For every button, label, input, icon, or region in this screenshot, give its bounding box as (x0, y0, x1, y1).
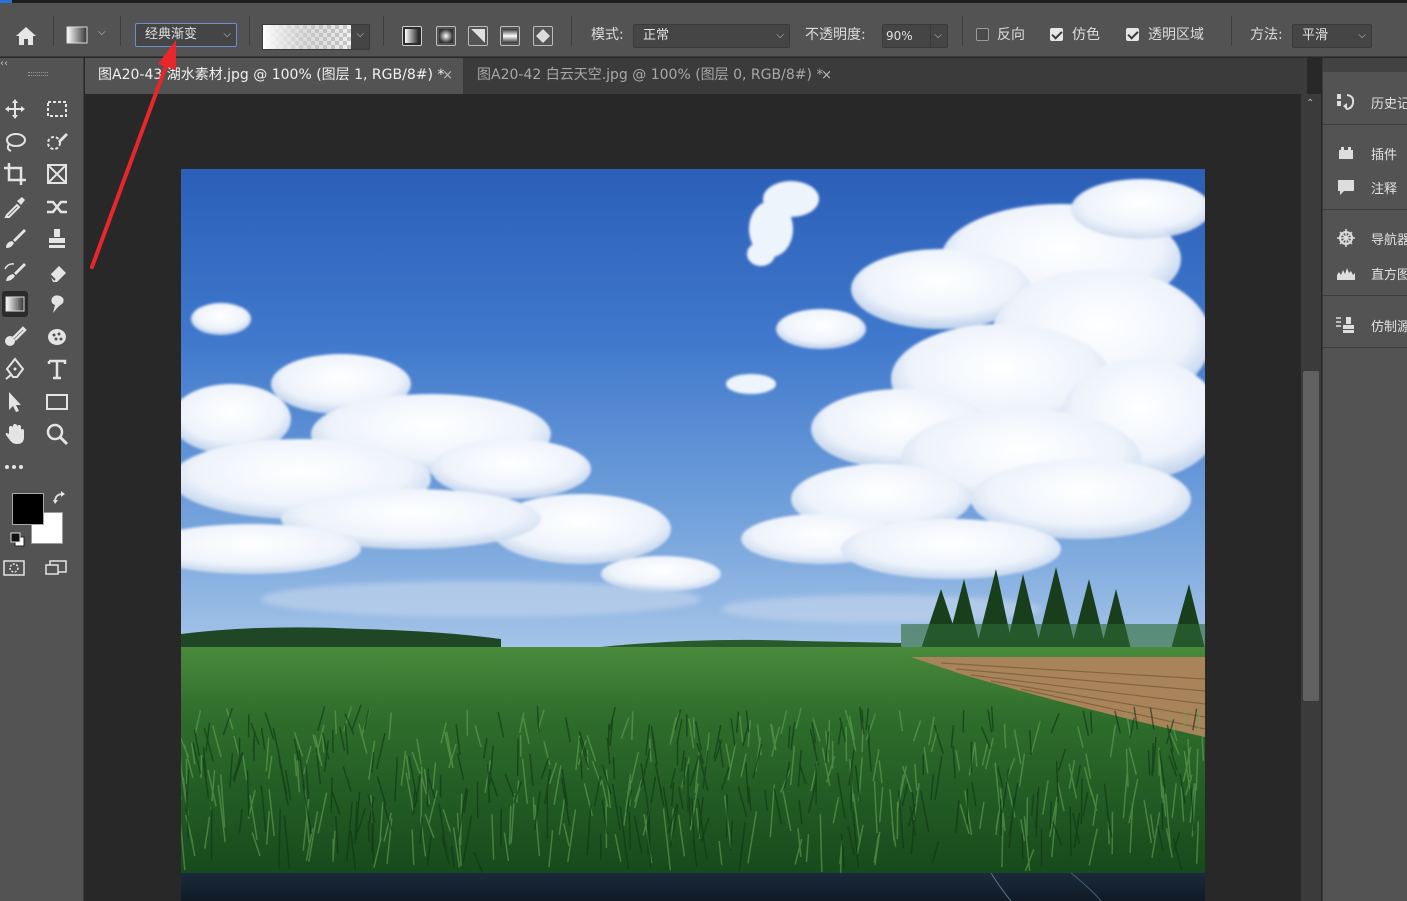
default-colors-icon[interactable] (10, 532, 26, 548)
lasso-tool-icon[interactable] (2, 129, 28, 155)
document-tabs: 图A20-43 湖水素材.jpg @ 100% (图层 1, RGB/8#) *… (85, 58, 1307, 94)
radial-gradient-button[interactable] (436, 26, 456, 46)
panels-dock: 历史记录 插件 注释 导航器 直方图 仿制源 (1322, 58, 1407, 901)
dodge-tool-icon[interactable] (2, 324, 28, 350)
notes-icon (1338, 180, 1354, 195)
mode-label: 模式: (591, 27, 624, 43)
brush-tool-icon[interactable] (2, 226, 28, 252)
dither-checkbox[interactable] (1050, 28, 1063, 41)
preset-dropdown-label: 经典渐变 (145, 27, 198, 42)
panel-navigator-label: 导航器 (1371, 233, 1407, 248)
dock-header (1323, 58, 1407, 72)
panel-history-label: 历史记录 (1371, 97, 1407, 112)
sponge-tool-icon[interactable] (44, 324, 70, 350)
close-icon[interactable]: × (821, 58, 832, 93)
transparency-checkbox[interactable] (1126, 28, 1139, 41)
clone-stamp-tool-icon[interactable] (44, 226, 70, 252)
history-brush-tool-icon[interactable] (2, 259, 28, 285)
foreground-color-swatch[interactable] (12, 493, 44, 525)
opacity-value: 90% (886, 29, 913, 43)
zoom-tool-icon[interactable] (44, 421, 70, 447)
hand-tool-icon[interactable] (2, 421, 28, 447)
opacity-label: 不透明度: (805, 27, 866, 43)
chevron-down-icon: ⌵ (776, 30, 784, 41)
scroll-up-icon[interactable]: ⌃ (1306, 98, 1314, 109)
method-value: 平滑 (1302, 28, 1329, 43)
histogram-icon (1337, 268, 1355, 280)
opacity-input[interactable]: 90% ⌵ (882, 24, 948, 48)
toolbar-grip-icon[interactable] (28, 72, 48, 76)
smudge-tool-icon[interactable] (44, 291, 70, 317)
tool-preset-chevron-icon[interactable]: ⌵ (98, 27, 106, 38)
document-canvas[interactable] (181, 169, 1205, 901)
options-bar: ⌵ 经典渐变 ⌵ ⌵ 模式: 正常 ⌵ 不透明度: 90% ⌵ 反向 仿色 透明… (0, 3, 1407, 57)
eraser-tool-icon[interactable] (44, 259, 70, 285)
home-icon[interactable] (14, 25, 38, 47)
reverse-checkbox[interactable] (976, 28, 989, 41)
panel-plugins-label: 插件 (1371, 148, 1398, 163)
pen-tool-icon[interactable] (2, 356, 28, 382)
tab-document-1[interactable]: 图A20-43 湖水素材.jpg @ 100% (图层 1, RGB/8#) *… (85, 58, 463, 94)
tools-panel: ‹‹ (0, 58, 84, 901)
preset-dropdown[interactable]: 经典渐变 ⌵ (135, 23, 237, 47)
chevron-down-icon[interactable]: ⌵ (930, 25, 942, 47)
tab-document-2[interactable]: 图A20-42 白云天空.jpg @ 100% (图层 0, RGB/8#) *… (464, 58, 842, 94)
gradient-chevron-icon: ⌵ (356, 29, 364, 40)
clone-source-icon (1336, 317, 1354, 333)
close-icon[interactable]: × (442, 58, 453, 93)
screen-mode-icon[interactable] (44, 558, 68, 578)
tool-preset-icon[interactable] (66, 25, 88, 45)
panel-notes-label: 注释 (1371, 182, 1398, 197)
rectangle-tool-icon[interactable] (44, 389, 70, 415)
chevron-down-icon: ⌵ (1358, 30, 1366, 41)
eyedropper-tool-icon[interactable] (2, 194, 28, 220)
linear-gradient-button[interactable] (402, 26, 422, 46)
tab-label: 图A20-43 湖水素材.jpg @ 100% (图层 1, RGB/8#) * (98, 67, 445, 83)
reflected-gradient-button[interactable] (500, 26, 520, 46)
crop-tool-icon[interactable] (2, 161, 28, 187)
vertical-scrollbar[interactable]: ⌃ (1301, 94, 1321, 901)
move-tool-icon[interactable] (2, 96, 28, 122)
diamond-gradient-button[interactable] (533, 26, 553, 46)
gradient-swatch-icon (263, 25, 351, 49)
landscape-photo (181, 169, 1205, 901)
panel-histogram-label: 直方图 (1371, 268, 1407, 283)
scrollbar-thumb[interactable] (1303, 371, 1319, 701)
workspace (85, 94, 1301, 901)
marquee-tool-icon[interactable] (44, 96, 70, 122)
angle-gradient-button[interactable] (468, 26, 488, 46)
method-label: 方法: (1250, 27, 1283, 43)
mode-value: 正常 (643, 28, 670, 43)
tab-label: 图A20-42 白云天空.jpg @ 100% (图层 0, RGB/8#) * (477, 67, 824, 83)
more-tools-icon[interactable] (2, 454, 28, 480)
plugins-icon (1339, 147, 1353, 159)
type-tool-icon[interactable] (44, 356, 70, 382)
panel-clone-source-label: 仿制源 (1371, 320, 1407, 335)
swap-colors-icon[interactable] (52, 490, 68, 506)
history-icon (1337, 94, 1355, 110)
transparency-label: 透明区域 (1148, 27, 1204, 43)
gradient-picker[interactable]: ⌵ (262, 24, 370, 50)
reverse-label: 反向 (997, 27, 1025, 43)
gradient-tool-icon[interactable] (2, 291, 28, 317)
quick-mask-icon[interactable] (2, 558, 26, 578)
quick-selection-tool-icon[interactable] (44, 129, 70, 155)
chevron-down-icon: ⌵ (223, 29, 231, 40)
navigator-icon (1337, 229, 1355, 247)
collapse-toolbar-icon[interactable]: ‹‹ (0, 58, 8, 69)
frame-tool-icon[interactable] (44, 161, 70, 187)
mode-dropdown[interactable]: 正常 ⌵ (633, 24, 790, 48)
method-dropdown[interactable]: 平滑 ⌵ (1292, 24, 1372, 48)
spot-healing-tool-icon[interactable] (44, 194, 70, 220)
path-selection-tool-icon[interactable] (2, 389, 28, 415)
dither-label: 仿色 (1072, 27, 1100, 43)
